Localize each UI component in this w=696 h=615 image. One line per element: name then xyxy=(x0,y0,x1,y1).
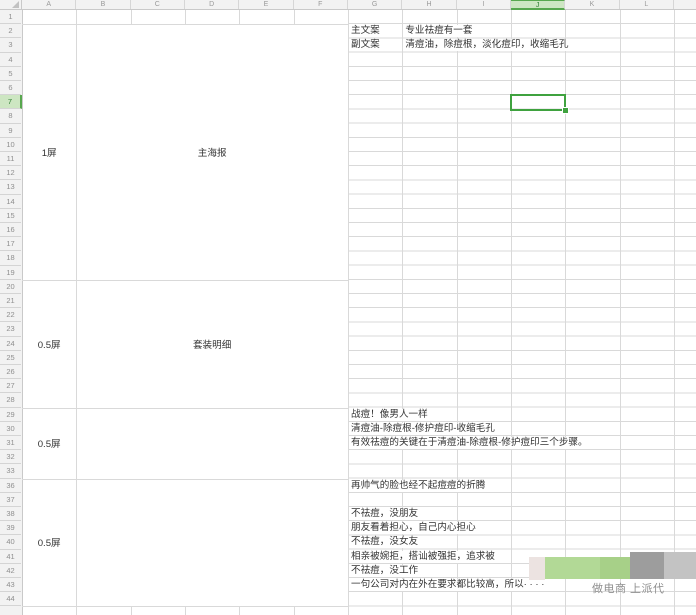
row-header-37[interactable]: 37 xyxy=(0,493,21,507)
gridline-col-M xyxy=(674,10,675,615)
mosaic-block-green xyxy=(545,557,600,579)
row-header-31[interactable]: 31 xyxy=(0,436,21,450)
row-header-23[interactable]: 23 xyxy=(0,322,21,336)
column-header-I[interactable]: I xyxy=(457,0,511,9)
section-border-4 xyxy=(22,606,348,607)
row-header-11[interactable]: 11 xyxy=(0,152,21,166)
cell-G2[interactable]: 主文案 xyxy=(350,25,381,37)
column-header-J[interactable]: J xyxy=(511,0,565,10)
gridline-bottomrow-col-C xyxy=(131,606,132,615)
column-header-A[interactable]: A xyxy=(22,0,76,9)
merged-cell-B20-F28[interactable]: 套装明细 xyxy=(76,280,348,408)
merged-cell-A2-A19[interactable]: 1屏 xyxy=(22,24,76,280)
cell-G29[interactable]: 战痘！像男人一样 xyxy=(350,409,429,421)
row-header-22[interactable]: 22 xyxy=(0,308,21,322)
column-header-F[interactable]: F xyxy=(294,0,348,9)
gridline-col-L xyxy=(620,10,621,615)
row-header-19[interactable]: 19 xyxy=(0,266,21,280)
cell-G3[interactable]: 副文案 xyxy=(350,39,381,51)
gridline-bottomrow-col-D xyxy=(185,606,186,615)
row-header-7[interactable]: 7 xyxy=(0,95,22,109)
cell-G41[interactable]: 相亲被婉拒，搭讪被强拒，追求被 xyxy=(350,551,496,563)
row-header-10[interactable]: 10 xyxy=(0,138,21,152)
row-header-13[interactable]: 13 xyxy=(0,180,21,194)
gridline-row1-col-E xyxy=(239,10,240,24)
cell-G38[interactable]: 不祛痘，没朋友 xyxy=(350,508,419,520)
column-header-B[interactable]: B xyxy=(76,0,130,9)
row-header-36[interactable]: 36 xyxy=(0,479,21,493)
row-header-3[interactable]: 3 xyxy=(0,38,21,52)
gridline-bottomrow-col-F xyxy=(294,606,295,615)
cell-G40[interactable]: 不祛痘，没女友 xyxy=(350,536,419,548)
row-header-6[interactable]: 6 xyxy=(0,81,21,95)
row-header-39[interactable]: 39 xyxy=(0,521,21,535)
row-header-40[interactable]: 40 xyxy=(0,535,21,549)
row-header-28[interactable]: 28 xyxy=(0,393,21,407)
cell-H2[interactable]: 专业祛痘有一套 xyxy=(404,25,473,37)
row-header-2[interactable]: 2 xyxy=(0,24,21,38)
row-header-16[interactable]: 16 xyxy=(0,223,21,237)
fill-handle[interactable] xyxy=(562,107,569,114)
select-all-triangle-icon xyxy=(12,1,19,8)
cell-G30[interactable]: 清痘油-除痘根-修护痘印-收缩毛孔 xyxy=(350,423,496,435)
column-header-H[interactable]: H xyxy=(402,0,456,9)
row-header-38[interactable]: 38 xyxy=(0,507,21,521)
row-header-32[interactable]: 32 xyxy=(0,450,21,464)
column-header-D[interactable]: D xyxy=(185,0,239,9)
row-header-1[interactable]: 1 xyxy=(0,10,21,24)
row-header-27[interactable]: 27 xyxy=(0,379,21,393)
column-header-C[interactable]: C xyxy=(131,0,185,9)
row-header-8[interactable]: 8 xyxy=(0,109,21,123)
row-header-41[interactable]: 41 xyxy=(0,550,21,564)
cell-G36[interactable]: 再帅气的脸也经不起痘痘的折腾 xyxy=(350,480,486,492)
column-header-row: ABCDEFGHIJKL xyxy=(0,0,696,10)
gridline-bottomrow-col-E xyxy=(239,606,240,615)
row-header-5[interactable]: 5 xyxy=(0,67,21,81)
merged-cell-A29-A33[interactable]: 0.5屏 xyxy=(22,408,76,479)
row-header-25[interactable]: 25 xyxy=(0,351,21,365)
row-header-17[interactable]: 17 xyxy=(0,237,21,251)
row-header-18[interactable]: 18 xyxy=(0,251,21,265)
row-header-30[interactable]: 30 xyxy=(0,422,21,436)
row-header-21[interactable]: 21 xyxy=(0,294,21,308)
gridline-row1-col-D xyxy=(185,10,186,24)
cell-G31[interactable]: 有效祛痘的关键在于清痘油-除痘根-修护痘印三个步骤。 xyxy=(350,437,589,449)
row-header-4[interactable]: 4 xyxy=(0,53,21,67)
merged-cell-B2-F19[interactable]: 主海报 xyxy=(76,24,348,280)
row-header-33[interactable]: 33 xyxy=(0,464,21,478)
row-header-14[interactable]: 14 xyxy=(0,195,21,209)
merged-cell-A20-A28[interactable]: 0.5屏 xyxy=(22,280,76,408)
row-header-12[interactable]: 12 xyxy=(0,166,21,180)
active-cell[interactable] xyxy=(510,94,566,111)
cell-G39[interactable]: 朋友看着担心，自己内心担心 xyxy=(350,522,477,534)
merged-cell-A36-A44[interactable]: 0.5屏 xyxy=(22,479,76,607)
row-header-43[interactable]: 43 xyxy=(0,578,21,592)
row-header-29[interactable]: 29 xyxy=(0,408,21,422)
row-header-9[interactable]: 9 xyxy=(0,124,21,138)
column-header-E[interactable]: E xyxy=(239,0,293,9)
column-header-K[interactable]: K xyxy=(565,0,619,9)
row-header-26[interactable]: 26 xyxy=(0,365,21,379)
row-header-15[interactable]: 15 xyxy=(0,209,21,223)
mosaic-block-green-2 xyxy=(600,557,630,579)
gridline-row1-col-F xyxy=(294,10,295,24)
row-header-42[interactable]: 42 xyxy=(0,564,21,578)
gridline-col-G xyxy=(348,10,349,615)
cell-G42[interactable]: 不祛痘，没工作 xyxy=(350,565,419,577)
gridline-row1-col-C xyxy=(131,10,132,24)
select-all-corner[interactable] xyxy=(0,0,22,9)
row-header-44[interactable]: 44 xyxy=(0,592,21,606)
mosaic-block-pink xyxy=(529,557,545,580)
row-header-24[interactable]: 24 xyxy=(0,337,21,351)
cell-H3[interactable]: 清痘油，除痘根，淡化痘印，收缩毛孔 xyxy=(404,39,569,51)
column-header-G[interactable]: G xyxy=(348,0,402,9)
mosaic-block-gray-light xyxy=(664,552,696,579)
column-header-L[interactable]: L xyxy=(620,0,674,9)
row-header-20[interactable]: 20 xyxy=(0,280,21,294)
watermark-text: 做电商 上派代 xyxy=(592,582,696,597)
mosaic-block-gray xyxy=(630,552,664,579)
row-header-column: 1234567891011121314151617181920212223242… xyxy=(0,10,22,615)
spreadsheet: ABCDEFGHIJKL 123456789101112131415161718… xyxy=(0,0,696,615)
cell-G43[interactable]: 一句公司对内在外在要求都比较高，所以· · · · xyxy=(350,579,545,591)
